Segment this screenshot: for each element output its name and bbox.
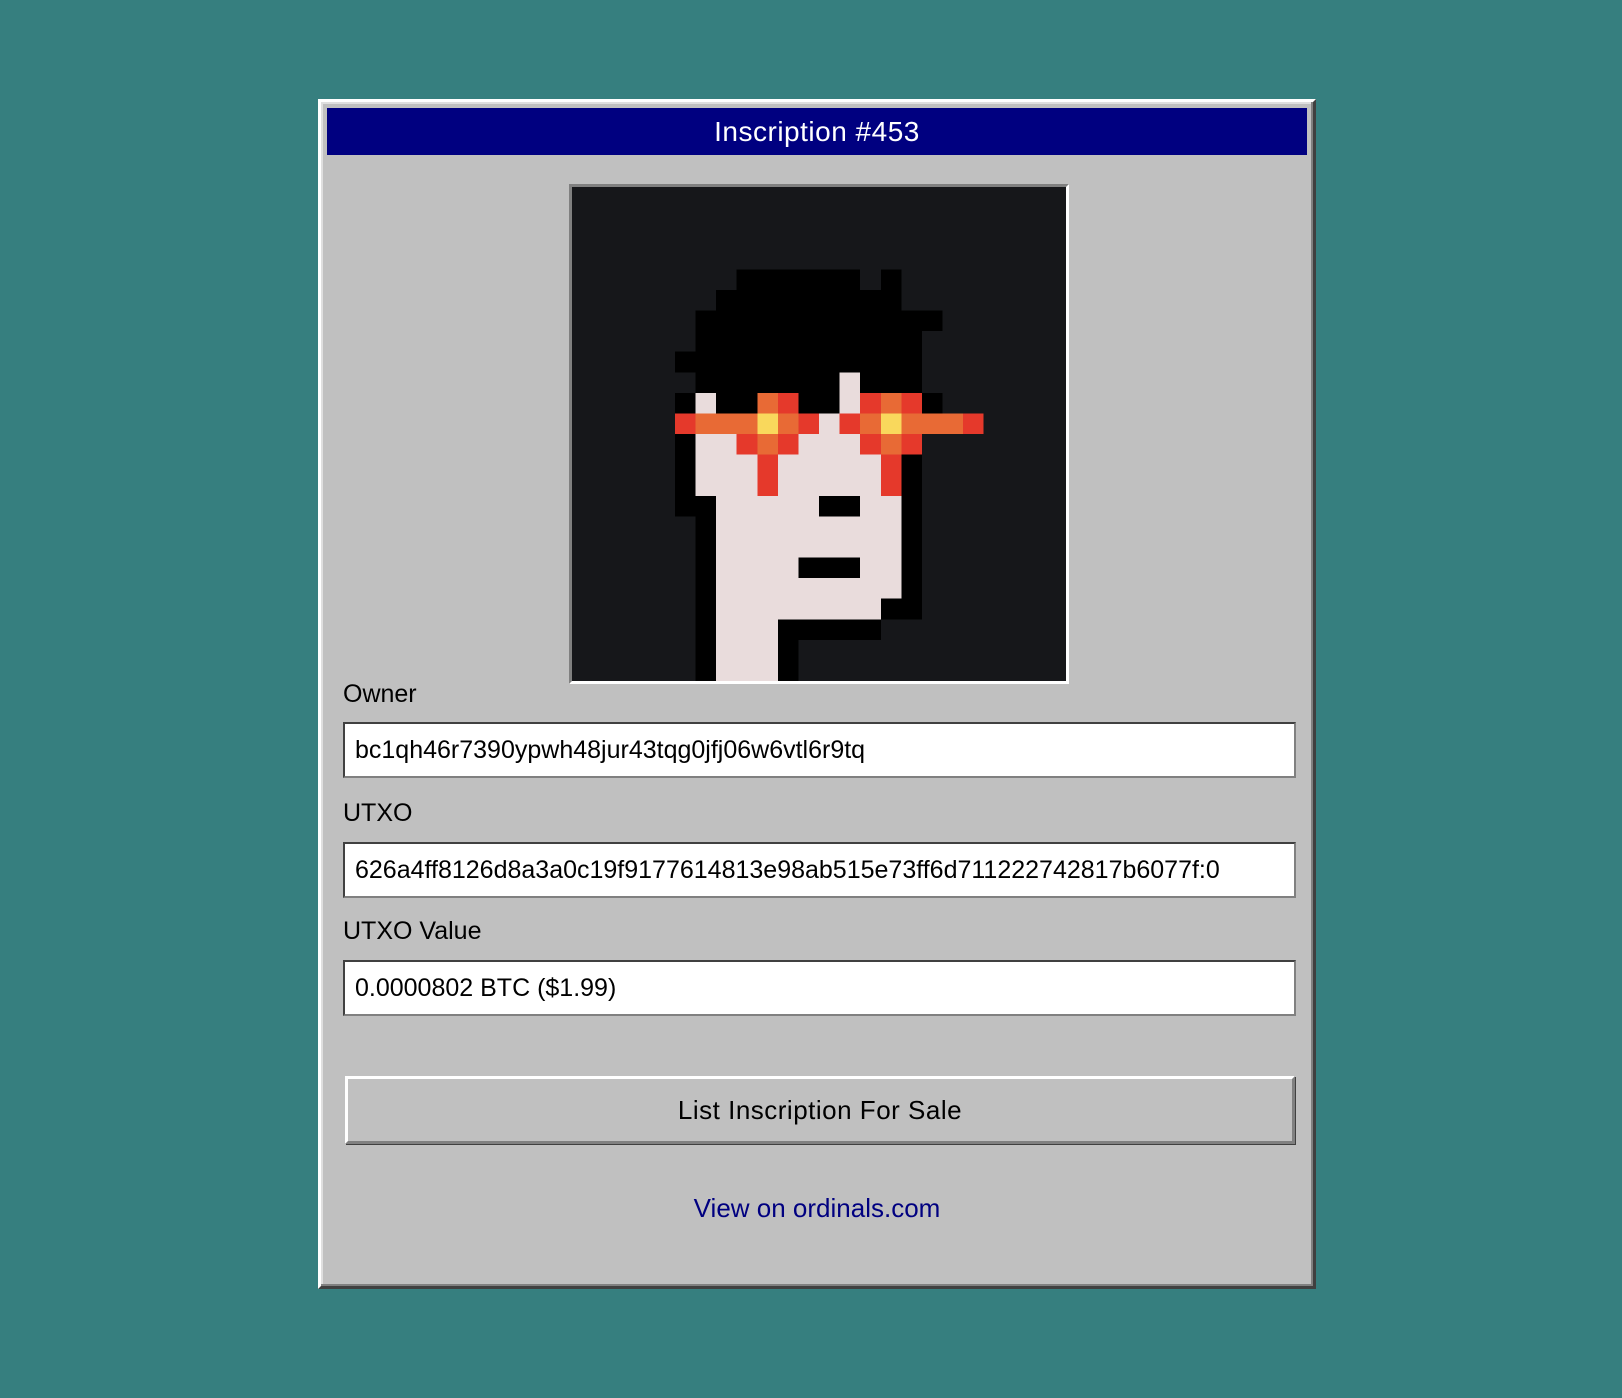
utxo-field[interactable]: 626a4ff8126d8a3a0c19f9177614813e98ab515e…: [343, 842, 1296, 898]
inscription-window: Inscription #453 Owner bc1qh46r7390ypwh4…: [318, 99, 1316, 1289]
owner-field[interactable]: bc1qh46r7390ypwh48jur43tqg0jfj06w6vtl6r9…: [343, 722, 1296, 778]
title-bar: Inscription #453: [327, 108, 1307, 155]
view-on-ordinals-link[interactable]: View on ordinals.com: [321, 1193, 1313, 1224]
utxo-value-label: UTXO Value: [343, 917, 482, 945]
pixel-punk-laser-eyes-image: [572, 187, 1066, 681]
inscription-image: [569, 184, 1069, 684]
utxo-value-field[interactable]: 0.0000802 BTC ($1.99): [343, 960, 1296, 1016]
window-title: Inscription #453: [714, 115, 920, 147]
owner-label: Owner: [343, 680, 417, 708]
utxo-label: UTXO: [343, 799, 413, 827]
list-for-sale-button-label: List Inscription For Sale: [677, 1094, 963, 1125]
list-for-sale-button[interactable]: List Inscription For Sale: [345, 1076, 1295, 1144]
